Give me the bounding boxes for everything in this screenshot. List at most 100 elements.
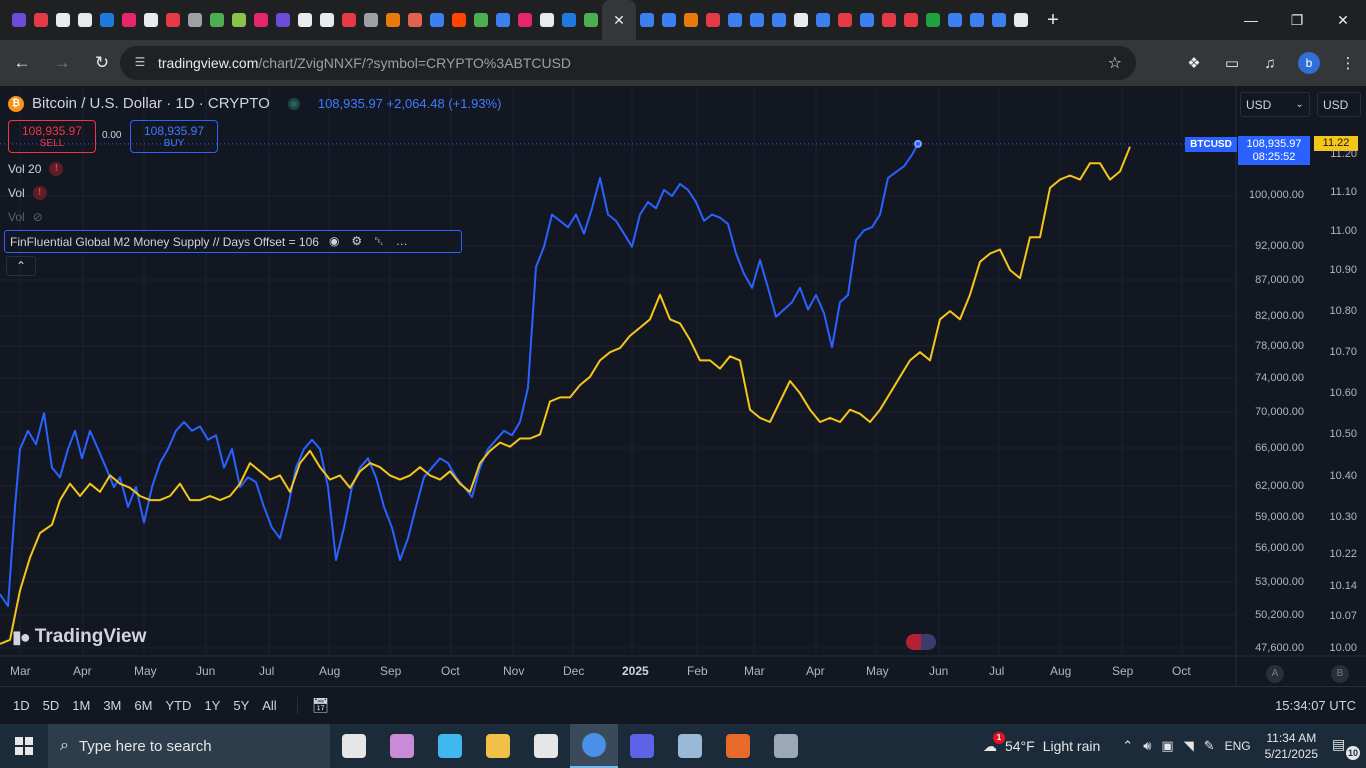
tab-favicon[interactable] xyxy=(724,0,746,40)
tab-favicon[interactable] xyxy=(492,0,514,40)
calendar-icon[interactable]: 📅︎ xyxy=(296,697,329,714)
taskbar-app-icon[interactable] xyxy=(426,724,474,768)
minimize-icon[interactable]: — xyxy=(1228,0,1274,40)
warning-icon[interactable]: ! xyxy=(49,162,64,176)
tab-favicon[interactable] xyxy=(470,0,492,40)
tab-favicon[interactable] xyxy=(448,0,470,40)
eye-icon[interactable]: ◉ xyxy=(329,234,339,249)
tab-favicon[interactable] xyxy=(184,0,206,40)
market-status-icon[interactable] xyxy=(287,97,300,110)
range-button-1y[interactable]: 1Y xyxy=(204,698,220,713)
new-tab-button[interactable]: + xyxy=(1038,9,1068,32)
url-omnibox[interactable]: ☰ tradingview.com/chart/ZvigNNXF/?symbol… xyxy=(120,46,1136,80)
range-button-6m[interactable]: 6M xyxy=(134,698,152,713)
currency-select-left[interactable]: USD ⌄ xyxy=(1240,92,1310,117)
close-window-icon[interactable]: ✕ xyxy=(1320,0,1366,40)
tab-favicon[interactable] xyxy=(900,0,922,40)
range-button-5d[interactable]: 5D xyxy=(43,698,60,713)
sell-button[interactable]: 108,935.97 SELL xyxy=(8,120,96,153)
trash-icon[interactable]: ␡ xyxy=(374,234,384,249)
tab-favicon[interactable] xyxy=(988,0,1010,40)
speaker-icon[interactable]: 🔊︎ xyxy=(1143,738,1151,754)
tab-favicon[interactable] xyxy=(228,0,250,40)
extensions-icon[interactable]: ❖ xyxy=(1184,54,1204,72)
range-button-5y[interactable]: 5Y xyxy=(233,698,249,713)
range-button-all[interactable]: All xyxy=(262,698,276,713)
tab-favicon[interactable] xyxy=(856,0,878,40)
tab-favicon[interactable] xyxy=(1010,0,1032,40)
tab-favicon[interactable] xyxy=(250,0,272,40)
tradingview-chart[interactable]: ₿ Bitcoin / U.S. Dollar · 1D · CRYPTO 10… xyxy=(0,86,1366,686)
taskbar-app-icon[interactable] xyxy=(522,724,570,768)
tab-favicon[interactable] xyxy=(30,0,52,40)
cast-icon[interactable]: ▭ xyxy=(1222,54,1242,72)
range-button-1d[interactable]: 1D xyxy=(13,698,30,713)
us-flag-icon[interactable] xyxy=(906,634,936,650)
weather-widget[interactable]: ☁ 1 54°F Light rain xyxy=(983,731,1100,755)
indicator-vol[interactable]: Vol! xyxy=(8,186,47,200)
profile-avatar[interactable]: b xyxy=(1298,52,1320,74)
tab-favicon[interactable] xyxy=(514,0,536,40)
taskbar-app-icon[interactable] xyxy=(762,724,810,768)
bookmark-star-icon[interactable]: ☆ xyxy=(1108,53,1122,73)
tab-favicon[interactable] xyxy=(206,0,228,40)
tab-favicon[interactable] xyxy=(922,0,944,40)
series-line-m2[interactable] xyxy=(0,146,1131,645)
chart-canvas[interactable] xyxy=(0,86,1366,686)
series-line-btcusd[interactable] xyxy=(0,143,919,607)
range-button-ytd[interactable]: YTD xyxy=(165,698,191,713)
more-icon[interactable]: … xyxy=(396,234,408,249)
taskbar-app-icon[interactable] xyxy=(570,724,618,768)
tab-favicon[interactable] xyxy=(834,0,856,40)
taskbar-search[interactable]: ⌕ Type here to search xyxy=(48,724,330,768)
indicator-vol-hidden[interactable]: Vol ⊘ xyxy=(8,210,43,224)
tab-favicon[interactable] xyxy=(8,0,30,40)
tab-favicon[interactable] xyxy=(74,0,96,40)
symbol-title[interactable]: Bitcoin / U.S. Dollar · 1D · CRYPTO xyxy=(32,95,270,112)
range-button-1m[interactable]: 1M xyxy=(72,698,90,713)
tab-favicon[interactable] xyxy=(426,0,448,40)
language-indicator[interactable]: ENG xyxy=(1225,739,1251,753)
back-icon[interactable]: ← xyxy=(4,45,40,81)
log-scale-button[interactable]: B xyxy=(1331,665,1349,683)
tradingview-logo[interactable]: ▮● TradingView xyxy=(12,626,146,648)
tab-favicon[interactable] xyxy=(272,0,294,40)
tab-favicon[interactable] xyxy=(878,0,900,40)
taskbar-app-icon[interactable] xyxy=(618,724,666,768)
taskbar-app-icon[interactable] xyxy=(474,724,522,768)
media-icon[interactable]: ♫ xyxy=(1260,55,1280,72)
currency-select-right[interactable]: USD xyxy=(1317,92,1361,117)
tab-favicon[interactable] xyxy=(944,0,966,40)
reload-icon[interactable]: ↻ xyxy=(84,45,120,81)
chevron-up-icon[interactable]: ⌃ xyxy=(1122,738,1133,754)
utc-clock[interactable]: 15:34:07 UTC xyxy=(1275,698,1356,713)
taskbar-app-icon[interactable] xyxy=(330,724,378,768)
tab-favicon[interactable] xyxy=(118,0,140,40)
taskbar-app-icon[interactable] xyxy=(378,724,426,768)
tab-favicon[interactable] xyxy=(790,0,812,40)
tab-favicon[interactable] xyxy=(966,0,988,40)
indicator-vol20[interactable]: Vol 20! xyxy=(8,162,64,176)
tab-favicon[interactable] xyxy=(558,0,580,40)
collapse-legend-button[interactable]: ⌃ xyxy=(6,256,36,276)
tab-favicon[interactable] xyxy=(52,0,74,40)
tab-favicon[interactable] xyxy=(96,0,118,40)
menu-kebab-icon[interactable]: ⋮ xyxy=(1338,54,1358,72)
auto-scale-button[interactable]: A xyxy=(1266,665,1284,683)
range-button-3m[interactable]: 3M xyxy=(103,698,121,713)
tab-favicon[interactable] xyxy=(316,0,338,40)
tab-favicon[interactable] xyxy=(140,0,162,40)
pen-icon[interactable]: ✎ xyxy=(1204,738,1215,754)
tab-favicon[interactable] xyxy=(404,0,426,40)
tab-favicon[interactable] xyxy=(636,0,658,40)
buy-button[interactable]: 108,935.97 BUY xyxy=(130,120,218,153)
tab-favicon[interactable] xyxy=(580,0,602,40)
eye-hidden-icon[interactable]: ⊘ xyxy=(33,210,43,224)
url-text[interactable]: tradingview.com/chart/ZvigNNXF/?symbol=C… xyxy=(158,55,571,71)
tab-favicon[interactable] xyxy=(680,0,702,40)
network-icon[interactable]: ◥ xyxy=(1184,738,1194,754)
taskbar-app-icon[interactable] xyxy=(666,724,714,768)
active-tab-close-icon[interactable]: ✕ xyxy=(602,0,636,40)
windows-start-icon[interactable] xyxy=(0,724,48,768)
tab-favicon[interactable] xyxy=(294,0,316,40)
